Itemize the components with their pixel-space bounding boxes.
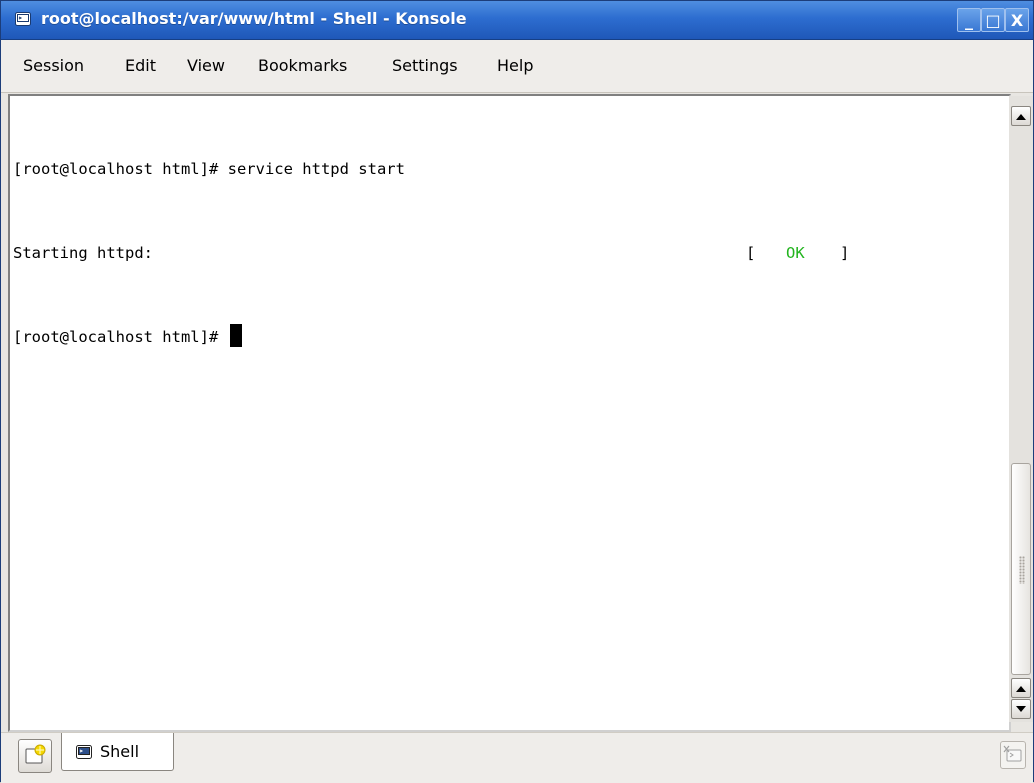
arrow-down-icon [1016,705,1026,712]
menu-session[interactable]: Session [23,56,84,75]
tab-bar: Shell [1,732,1033,783]
maximize-button[interactable]: □ [981,8,1005,32]
new-tab-icon [25,744,46,764]
menu-bar: Session Edit View Bookmarks Settings Hel… [1,40,1033,93]
close-button[interactable]: X [1005,8,1029,32]
arrow-up-icon [1016,685,1026,692]
scroll-up-button-lower[interactable] [1011,678,1031,698]
text-cursor [229,324,242,347]
close-session-icon [1003,745,1022,762]
konsole-icon [15,12,31,26]
menu-settings[interactable]: Settings [392,56,458,75]
arrow-up-icon [1016,113,1026,120]
terminal-line: [root@localhost html]# [13,323,1003,351]
terminal-output[interactable]: [root@localhost html]# service httpd sta… [13,99,1003,729]
status-bracket-open: [ [746,244,756,262]
menu-bookmarks[interactable]: Bookmarks [258,56,347,75]
window-title: root@localhost:/var/www/html - Shell - K… [41,9,467,28]
grip-icon [1019,556,1025,584]
menu-edit[interactable]: Edit [125,56,156,75]
command-text: [root@localhost html]# service httpd sta… [13,160,405,178]
scrollbar-thumb[interactable] [1011,463,1031,675]
title-bar[interactable]: root@localhost:/var/www/html - Shell - K… [1,1,1033,40]
tab-shell[interactable]: Shell [61,733,174,771]
vertical-scrollbar[interactable] [1009,96,1033,722]
menu-help[interactable]: Help [497,56,533,75]
konsole-window: root@localhost:/var/www/html - Shell - K… [0,0,1034,783]
status-bracket-close: ] [840,244,850,262]
scroll-up-button[interactable] [1011,106,1031,126]
menu-view[interactable]: View [187,56,225,75]
close-session-button[interactable] [1000,741,1026,769]
prompt-text: [root@localhost html]# [13,328,228,346]
terminal-line: Starting httpd: [ OK] [13,239,1003,267]
output-text: Starting httpd: [13,244,153,262]
tab-label: Shell [100,742,140,761]
minimize-button[interactable]: _ [957,8,981,32]
new-session-button[interactable] [18,739,52,773]
status-ok: OK [786,244,805,262]
scroll-down-button[interactable] [1011,699,1031,719]
terminal-line: [root@localhost html]# service httpd sta… [13,155,1003,183]
konsole-icon [76,745,92,759]
